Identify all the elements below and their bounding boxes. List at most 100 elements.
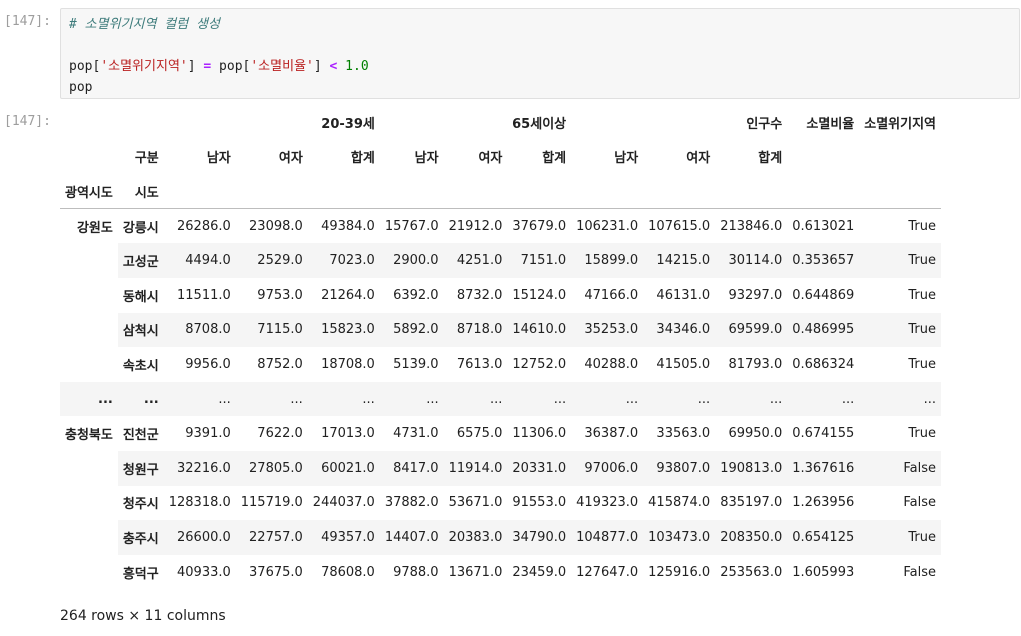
table-cell: 8732.0 — [456, 287, 503, 303]
table-cell: 9956.0 — [185, 356, 231, 372]
header-cell: 합계 — [350, 151, 375, 167]
table-cell: 106231.0 — [576, 218, 639, 234]
header-cell — [571, 105, 715, 140]
table-cell: 47166.0 — [584, 287, 639, 303]
table-cell: 21912.0 — [448, 218, 503, 234]
table-cell: 11306.0 — [512, 426, 567, 442]
table-cell: 34346.0 — [643, 312, 716, 348]
table-cell: 9391.0 — [185, 426, 231, 442]
header-cell — [235, 174, 308, 210]
header-cell — [443, 174, 508, 210]
table-cell: 7613.0 — [456, 356, 503, 372]
index-name-2: 시도 — [117, 174, 164, 210]
header-cell: 여자 — [278, 151, 303, 167]
table-cell: 20331.0 — [507, 450, 572, 486]
table-cell: 37679.0 — [512, 218, 567, 234]
table-cell: False — [903, 564, 937, 580]
table-cell: 9753.0 — [257, 287, 303, 303]
table-cell: 107615.0 — [648, 218, 711, 234]
table-cell: 78608.0 — [321, 564, 375, 580]
code-token: pop[ — [69, 59, 101, 74]
table-cell: ... — [235, 381, 308, 417]
table-cell: 0.654125 — [787, 520, 860, 555]
code-token: ] — [313, 59, 322, 74]
table-cell: 5139.0 — [393, 356, 439, 372]
table-cell: True — [859, 312, 942, 348]
input-prompt: [147]: — [4, 14, 51, 29]
header-cell: 남자 — [206, 151, 231, 167]
table-cell: 0.644869 — [792, 287, 855, 303]
table-cell: 69950.0 — [728, 426, 783, 442]
table-cell: 30114.0 — [715, 243, 788, 278]
table-cell: ... — [787, 381, 860, 417]
header-cell: 소멸위기지역 — [864, 116, 937, 132]
code-token: < — [329, 59, 338, 74]
table-cell: 4251.0 — [443, 243, 508, 278]
dataframe-body: 강원도 강릉시 26286.0 23098.0 49384.0 15767.0 21912.… — [60, 209, 942, 590]
table-cell: True — [859, 520, 942, 555]
table-cell: True — [859, 243, 942, 278]
table-cell: ... — [571, 381, 644, 417]
code-assignment-line: pop['소멸위기지역'] = pop['소멸비율'] < 1.0 — [69, 56, 1011, 77]
table-cell: 0.353657 — [787, 243, 860, 278]
table-cell: 6575.0 — [456, 426, 503, 442]
table-row: 충주시 26600.0 22757.0 49357.0 14407.0 20383.0 34… — [60, 520, 942, 555]
header-cell: 20-39세 — [321, 116, 375, 132]
header-cell: 소멸비율 — [806, 116, 855, 132]
table-cell: 2900.0 — [379, 243, 444, 278]
table-cell: 22757.0 — [235, 520, 308, 555]
table-cell: 8752.0 — [257, 356, 303, 372]
table-cell: ... — [643, 381, 716, 417]
row-index-level-1: ... — [60, 381, 118, 417]
table-cell: 419323.0 — [576, 495, 639, 511]
table-cell: 40933.0 — [177, 564, 231, 580]
code-cell[interactable]: # 소멸위기지역 컬럼 생성 pop['소멸위기지역'] = pop['소멸비율… — [60, 8, 1020, 99]
header-cell: 합계 — [542, 151, 567, 167]
table-cell: 14215.0 — [643, 243, 716, 278]
table-cell: ... — [443, 381, 508, 417]
table-cell: 26286.0 — [177, 218, 231, 234]
table-cell: 7622.0 — [257, 426, 303, 442]
table-cell: 415874.0 — [648, 495, 711, 511]
table-row: 청주시 128318.0 115719.0 244037.0 37882.0 53671.… — [60, 486, 941, 521]
table-cell: 32216.0 — [163, 450, 236, 486]
header-cell — [379, 174, 444, 210]
header-cell — [571, 174, 644, 210]
code-token: = — [203, 59, 212, 74]
table-row: ....................................... — [60, 381, 942, 417]
table-cell: True — [908, 218, 937, 234]
row-index-level-2: 고성군 — [117, 243, 164, 278]
row-index-level-2: 흥덕구 — [122, 566, 159, 582]
header-cell — [60, 105, 118, 140]
table-cell: 4494.0 — [163, 243, 236, 278]
table-cell: 127647.0 — [576, 564, 639, 580]
row-index-level-1 — [60, 278, 118, 313]
code-display-line: pop — [69, 80, 93, 95]
table-cell: 14610.0 — [507, 312, 572, 348]
header-cell — [507, 174, 572, 210]
table-cell: 21264.0 — [321, 287, 375, 303]
row-index-level-1 — [60, 555, 118, 590]
table-row: 속초시 9956.0 8752.0 18708.0 5139.0 7613.0 12752.… — [60, 347, 941, 382]
row-index-level-1: 강원도 — [76, 220, 113, 236]
row-index-level-2: 청주시 — [122, 497, 159, 513]
header-row-3: 광역시도 시도 — [60, 174, 942, 210]
table-cell: 15124.0 — [512, 287, 567, 303]
table-cell: 93297.0 — [728, 287, 783, 303]
table-cell: 18708.0 — [321, 356, 375, 372]
table-cell: 213846.0 — [720, 218, 783, 234]
code-token: 1.0 — [345, 59, 369, 74]
table-cell: 49384.0 — [321, 218, 375, 234]
table-cell: 34790.0 — [507, 520, 572, 555]
table-cell: 15767.0 — [384, 218, 439, 234]
row-index-level-2: ... — [117, 381, 164, 417]
code-token: ] — [187, 59, 196, 74]
table-cell: 2529.0 — [235, 243, 308, 278]
header-cell: 65세이상 — [512, 116, 567, 132]
table-cell: False — [859, 450, 942, 486]
header-cell: 구분 — [134, 151, 159, 167]
table-cell: 69599.0 — [715, 312, 788, 348]
header-cell — [715, 174, 788, 210]
table-cell: 7151.0 — [507, 243, 572, 278]
